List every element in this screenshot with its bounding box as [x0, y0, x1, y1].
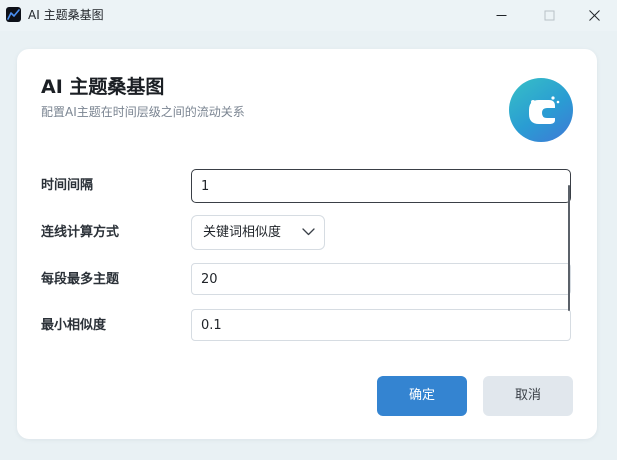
dialog-card: AI 主题桑基图 配置AI主题在时间层级之间的流动关系 时间间隔 1 连线计算方… [17, 49, 597, 439]
cancel-button[interactable]: 取消 [483, 376, 573, 416]
window-titlebar: AI 主题桑基图 [0, 0, 617, 31]
ai-brain-icon [509, 78, 573, 142]
min-similarity-label: 最小相似度 [41, 318, 107, 333]
time-interval-value: 1 [201, 179, 210, 194]
time-interval-label: 时间间隔 [41, 178, 94, 193]
window-title: AI 主题桑基图 [28, 8, 104, 22]
close-icon [589, 10, 600, 21]
link-method-value: 关键词相似度 [203, 225, 282, 240]
min-similarity-value: 0.1 [201, 318, 222, 333]
max-topics-label: 每段最多主题 [41, 272, 120, 287]
form-scrollbar[interactable] [568, 185, 570, 311]
dialog-subtitle: 配置AI主题在时间层级之间的流动关系 [41, 105, 245, 119]
close-button[interactable] [571, 0, 617, 31]
minimize-icon [496, 15, 507, 16]
max-topics-input[interactable]: 20 [191, 263, 571, 295]
chart-line-icon [6, 7, 21, 22]
time-interval-input[interactable]: 1 [191, 169, 571, 203]
min-similarity-input[interactable]: 0.1 [191, 309, 571, 341]
link-method-select[interactable]: 关键词相似度 [191, 215, 325, 250]
minimize-button[interactable] [478, 0, 524, 31]
maximize-button[interactable] [526, 0, 572, 31]
maximize-icon [544, 10, 555, 21]
link-method-label: 连线计算方式 [41, 225, 120, 240]
confirm-button[interactable]: 确定 [377, 376, 467, 416]
max-topics-value: 20 [201, 272, 218, 287]
chevron-down-icon [302, 228, 315, 236]
dialog-title: AI 主题桑基图 [41, 76, 165, 98]
